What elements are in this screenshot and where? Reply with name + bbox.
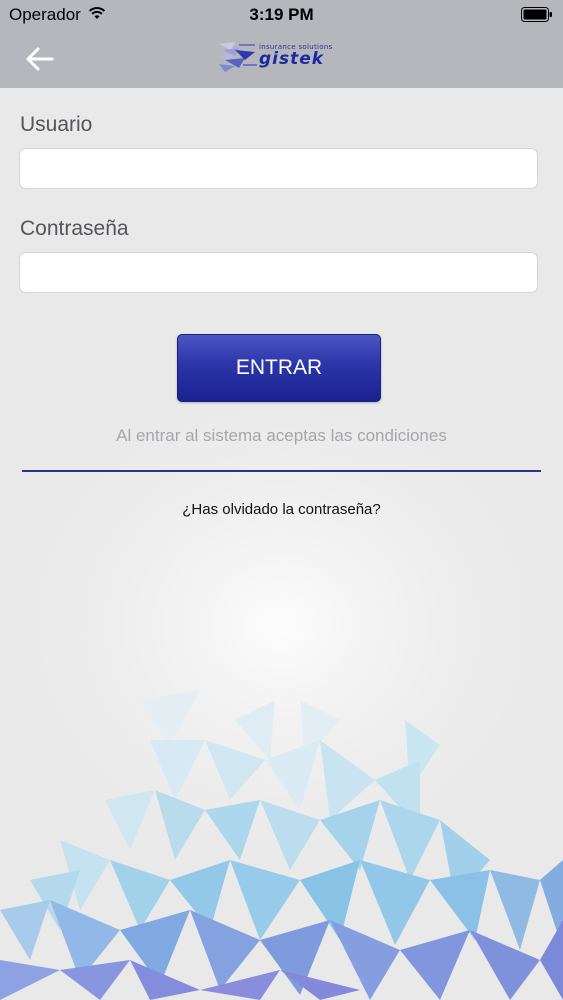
gistek-logo: insurance solutions gistek xyxy=(215,40,350,74)
password-input[interactable] xyxy=(19,252,538,293)
password-label: Contraseña xyxy=(20,217,129,240)
divider xyxy=(22,470,541,472)
arrow-left-icon[interactable] xyxy=(24,43,56,75)
navigation-bar: insurance solutions gistek xyxy=(0,30,563,88)
forgot-password-link[interactable]: ¿Has olvidado la contraseña? xyxy=(0,501,563,518)
battery-icon xyxy=(521,7,552,22)
login-button[interactable]: ENTRAR xyxy=(177,334,381,402)
status-bar: Operador 3:19 PM xyxy=(0,0,563,30)
logo-wordmark: gistek xyxy=(259,49,325,69)
terms-notice: Al entrar al sistema aceptas las condici… xyxy=(116,426,447,445)
logo-mark-icon xyxy=(217,42,257,72)
username-input[interactable] xyxy=(19,148,538,189)
status-time: 3:19 PM xyxy=(249,5,314,24)
username-label: Usuario xyxy=(20,113,93,136)
